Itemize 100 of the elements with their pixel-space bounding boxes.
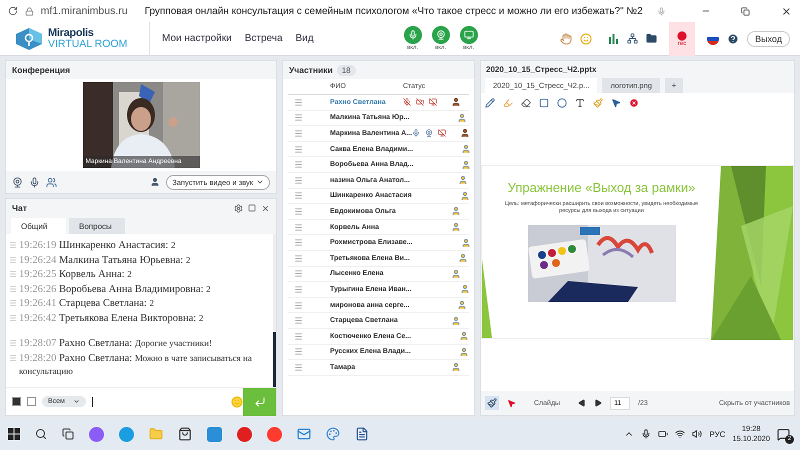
menu-icon[interactable]: [294, 269, 303, 278]
brush-icon[interactable]: [593, 98, 603, 108]
slide-title: Упражнение «Выход за рамки»: [508, 180, 696, 195]
address-url[interactable]: mf1.miranimbus.ru: [40, 5, 128, 17]
chat-message: 19:26:41 Старцева Светлана: 2: [19, 297, 154, 310]
menu-icon[interactable]: [294, 191, 303, 200]
hand-icon[interactable]: [560, 32, 572, 44]
webcam-icon[interactable]: [12, 176, 23, 188]
menu-icon: [9, 314, 17, 322]
pen-icon[interactable]: [485, 98, 495, 108]
menu-icon[interactable]: [294, 128, 303, 138]
previous-icon[interactable]: [578, 399, 586, 407]
menu-icon[interactable]: [294, 332, 303, 341]
microphone-icon[interactable]: [29, 176, 40, 188]
browser-icon[interactable]: [237, 426, 252, 442]
folder-icon[interactable]: [646, 33, 658, 44]
microphone-icon: [656, 6, 666, 16]
menu-icon[interactable]: [294, 254, 303, 263]
menu-icon[interactable]: [294, 222, 303, 232]
exit-button[interactable]: Выход: [747, 30, 790, 46]
menu-icon[interactable]: [294, 144, 303, 154]
network-icon[interactable]: [627, 33, 638, 44]
menu-icon[interactable]: [294, 362, 303, 372]
maximize-icon[interactable]: [248, 204, 256, 212]
menu-item[interactable]: Вид: [296, 33, 314, 44]
next-icon[interactable]: [594, 399, 602, 407]
user-icon: [459, 331, 470, 342]
settings-icon[interactable]: [234, 204, 243, 212]
user-icon: [460, 238, 471, 248]
pointer-icon[interactable]: [611, 98, 621, 108]
close-icon[interactable]: [781, 6, 792, 16]
user-icon: [460, 284, 470, 294]
annotate-button[interactable]: [485, 396, 499, 410]
close-icon[interactable]: [261, 204, 270, 212]
scrollbar-thumb[interactable]: [273, 332, 276, 387]
user-icon: [457, 300, 468, 310]
menu-icon[interactable]: [294, 347, 303, 356]
menu-icon[interactable]: [294, 284, 303, 294]
logo-icon: [14, 26, 44, 50]
search-icon[interactable]: [35, 428, 47, 440]
panel-title: Участники: [289, 65, 333, 75]
menu-item[interactable]: Мои настройки: [162, 33, 232, 44]
eraser-icon[interactable]: [521, 98, 531, 108]
user-icon: [461, 144, 472, 154]
text-icon[interactable]: [575, 98, 585, 108]
chat-message: 19:28:20 Рахно Светлана: Можно в чате записываться на консультацию: [19, 352, 253, 378]
user-icon: [451, 362, 461, 372]
assistant-icon[interactable]: [89, 426, 104, 442]
add-tab-button[interactable]: +: [664, 78, 683, 93]
app-icon[interactable]: [207, 426, 222, 442]
user-icon: [451, 222, 461, 232]
enter-icon: [254, 396, 266, 408]
menu-icon[interactable]: [294, 300, 303, 310]
chat-message: 19:26:42 Третьякова Елена Викторовна: 2: [19, 312, 204, 325]
circle-icon[interactable]: [557, 98, 567, 108]
help-icon[interactable]: [727, 32, 740, 44]
page-title: Групповая онлайн консультация с семейным психологом «Что такое стресс и можно ли его избежать?" №2: [144, 6, 643, 16]
menu-item[interactable]: Встреча: [244, 33, 283, 44]
microphone-icon: [408, 30, 418, 40]
chat-tab[interactable]: Вопросы: [69, 218, 125, 234]
mail-icon[interactable]: [297, 427, 311, 441]
user-icon[interactable]: [150, 177, 160, 187]
menu-icon: [9, 284, 17, 292]
browser-icon[interactable]: [119, 426, 134, 442]
background-color-swatch[interactable]: [27, 397, 36, 406]
volume-icon[interactable]: [692, 429, 702, 439]
menu-icon[interactable]: [294, 98, 303, 107]
menu-icon: [9, 354, 17, 362]
menu-icon[interactable]: [294, 206, 303, 216]
battery-icon[interactable]: [658, 429, 668, 439]
windows-icon[interactable]: [8, 428, 20, 440]
pointer-icon[interactable]: [507, 398, 516, 408]
menu-icon[interactable]: [294, 160, 303, 170]
menu-icon[interactable]: [294, 176, 303, 185]
bar-chart-icon[interactable]: [608, 33, 620, 44]
task-view-icon[interactable]: [62, 428, 74, 440]
menu-icon: [9, 256, 17, 264]
brush-icon: [487, 398, 497, 408]
restore-icon[interactable]: [741, 6, 750, 16]
notification-icon[interactable]: [777, 428, 790, 440]
chat-tab[interactable]: Общий: [11, 218, 66, 234]
rectangle-icon[interactable]: [539, 98, 549, 108]
text-color-swatch[interactable]: [12, 397, 21, 406]
clear-icon[interactable]: [629, 98, 639, 108]
users-icon[interactable]: [46, 176, 57, 188]
document-icon[interactable]: [355, 427, 369, 441]
record-icon: [677, 30, 688, 40]
store-icon[interactable]: [178, 427, 192, 441]
user-icon: [451, 316, 461, 326]
app-icon[interactable]: [267, 426, 282, 442]
menu-icon[interactable]: [294, 316, 303, 326]
microphone-icon[interactable]: [641, 429, 652, 439]
wifi-icon[interactable]: [675, 429, 686, 439]
menu-icon: [9, 299, 17, 307]
paint-icon[interactable]: [326, 427, 340, 441]
user-icon: [451, 97, 461, 108]
menu-icon[interactable]: [294, 238, 303, 248]
menu-icon[interactable]: [294, 113, 303, 122]
reload-icon[interactable]: [8, 6, 18, 16]
language-indicator[interactable]: РУС: [709, 430, 726, 438]
